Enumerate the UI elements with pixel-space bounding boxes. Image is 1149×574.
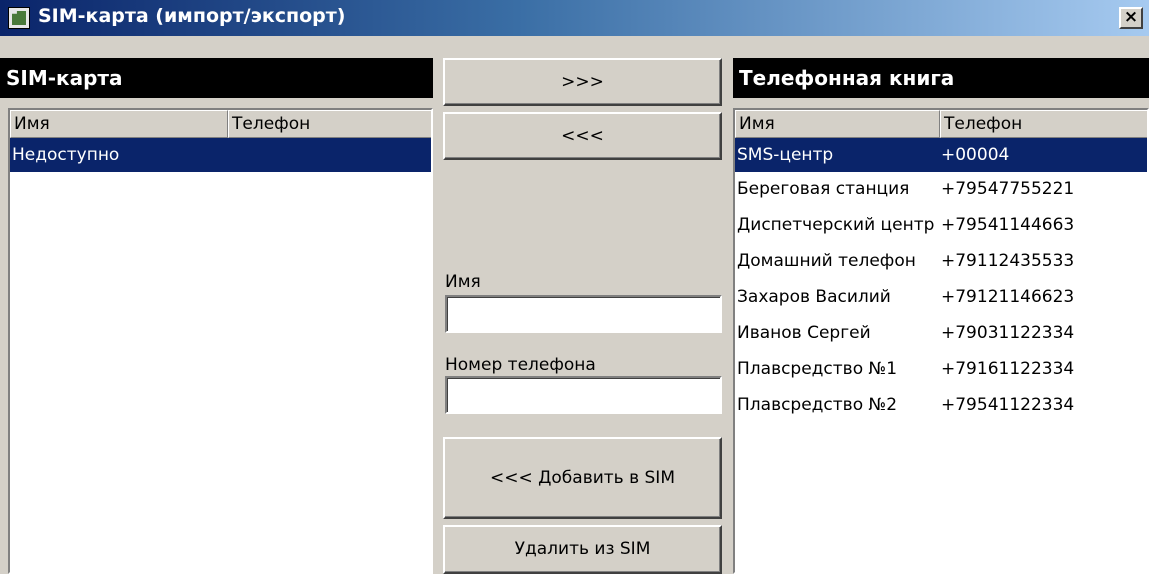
row-phone-cell: +79121146623 — [941, 287, 1075, 307]
row-name-cell: Захаров Василий — [737, 287, 891, 307]
table-row[interactable]: Диспетчерский центр +79541144663 — [735, 210, 1147, 240]
sim-column-phone-header[interactable]: Телефон — [228, 110, 431, 138]
delete-from-sim-button[interactable]: Удалить из SIM — [443, 525, 722, 574]
sim-column-name-header[interactable]: Имя — [10, 110, 228, 138]
table-row[interactable]: SMS-центр +00004 — [735, 138, 1147, 172]
row-name-cell: SMS-центр — [737, 145, 834, 165]
table-row[interactable]: Домашний телефон +79112435533 — [735, 246, 1147, 276]
table-row[interactable]: Плавсредство №1 +79161122334 — [735, 354, 1147, 384]
table-row[interactable]: Захаров Василий +79121146623 — [735, 282, 1147, 312]
table-row[interactable]: Плавсредство №2 +79541122334 — [735, 390, 1147, 420]
table-row[interactable]: Иванов Сергей +79031122334 — [735, 318, 1147, 348]
phonebook-column-phone-header[interactable]: Телефон — [940, 110, 1147, 138]
export-to-phonebook-button[interactable]: >>> — [443, 58, 722, 106]
title-bar[interactable]: SIM-карта (импорт/экспорт) × — [0, 0, 1149, 36]
table-row[interactable]: Береговая станция +79547755221 — [735, 174, 1147, 204]
row-phone-cell: +79112435533 — [941, 251, 1075, 271]
phonebook-panel-header: Телефонная книга — [733, 58, 1149, 98]
name-field-label: Имя — [445, 272, 481, 292]
row-phone-cell: +79031122334 — [941, 323, 1075, 343]
phone-input[interactable] — [445, 376, 722, 414]
row-phone-cell: +79541122334 — [941, 395, 1075, 415]
row-phone-cell: +79547755221 — [941, 179, 1075, 199]
row-name-cell: Иванов Сергей — [737, 323, 871, 343]
row-phone-cell: +79541144663 — [941, 215, 1075, 235]
sim-list[interactable]: Имя Телефон Недоступно — [8, 108, 433, 574]
row-name-cell: Плавсредство №1 — [737, 359, 898, 379]
add-to-sim-button[interactable]: <<< Добавить в SIM — [443, 437, 722, 519]
phonebook-column-name-header[interactable]: Имя — [735, 110, 940, 138]
row-phone-cell: +79161122334 — [941, 359, 1075, 379]
row-name-cell: Диспетчерский центр — [737, 215, 935, 235]
phonebook-list[interactable]: Имя Телефон SMS-центр +00004 Береговая ста… — [733, 108, 1149, 574]
row-name-cell: Береговая станция — [737, 179, 910, 199]
row-name-cell: Недоступно — [12, 145, 120, 165]
row-name-cell: Домашний телефон — [737, 251, 916, 271]
window-title: SIM-карта (импорт/экспорт) — [38, 5, 346, 27]
name-input[interactable] — [445, 295, 722, 333]
import-to-sim-button[interactable]: <<< — [443, 112, 722, 160]
table-row[interactable]: Недоступно — [10, 138, 431, 172]
row-name-cell: Плавсредство №2 — [737, 395, 898, 415]
phone-field-label: Номер телефона — [445, 355, 596, 375]
sim-panel-header: SIM-карта — [0, 58, 433, 98]
close-button[interactable]: × — [1119, 7, 1143, 29]
row-phone-cell: +00004 — [941, 145, 1010, 165]
sim-card-icon — [8, 7, 30, 29]
